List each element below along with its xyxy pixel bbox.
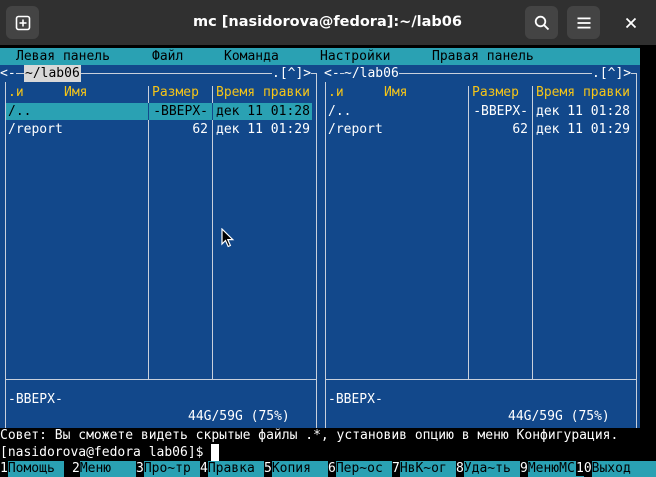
close-button[interactable] <box>614 6 647 39</box>
right-panel[interactable]: <- ~/lab06 .[^]> .и Имя Размер Время пра… <box>320 65 640 428</box>
mc-menubar: Левая панель Файл Команда Настройки Прав… <box>0 48 640 65</box>
column-separator <box>212 86 213 379</box>
command-line[interactable]: [nasidorova@fedora lab06]$ <box>0 444 220 461</box>
fkey-move[interactable]: 6Пер~ос <box>328 461 392 477</box>
window-title: mc [nasidorova@fedora]:~/lab06 <box>193 14 462 30</box>
hint-line: Совет: Вы сможете видеть скрытые файлы .… <box>0 428 619 443</box>
file-row-size[interactable]: 62 <box>152 121 208 138</box>
text-cursor <box>211 444 220 461</box>
panel-corner-left[interactable]: <- <box>0 65 16 82</box>
fkey-help[interactable]: 1Помощь <box>0 461 64 477</box>
mouse-pointer-icon <box>221 228 235 248</box>
column-separator <box>468 86 469 379</box>
search-icon <box>534 15 549 30</box>
column-header-sort[interactable]: .и <box>8 84 24 101</box>
panel-corner-right[interactable]: .[^]> <box>592 65 632 82</box>
search-button[interactable] <box>525 6 558 39</box>
menu-file[interactable]: Файл <box>152 48 183 65</box>
column-header-sort[interactable]: .и <box>328 84 344 101</box>
panel-mini-status: -ВВЕРХ- <box>328 392 383 407</box>
column-header-size[interactable]: Размер <box>152 84 199 101</box>
column-separator <box>532 86 533 379</box>
shell-prompt: [nasidorova@fedora lab06]$ <box>0 445 212 460</box>
disk-usage: 44G/59G (75%) <box>184 408 294 425</box>
fkey-menu[interactable]: 2Меню <box>72 461 136 477</box>
panel-path[interactable]: ~/lab06 <box>24 65 81 82</box>
file-row-size[interactable]: -ВВЕРХ- <box>472 103 528 120</box>
fkey-delete[interactable]: 8Уда~ть <box>456 461 520 477</box>
file-row-mtime[interactable]: дек 11 01:28 <box>536 103 630 120</box>
fkey-mkdir[interactable]: 7НвК~ог <box>392 461 456 477</box>
file-row-mtime[interactable]: дек 11 01:29 <box>536 121 630 138</box>
window-titlebar: mc [nasidorova@fedora]:~/lab06 <box>0 0 656 45</box>
file-row-name[interactable]: /.. <box>8 103 31 120</box>
file-row-mtime[interactable]: дек 11 01:29 <box>216 121 310 138</box>
column-separator <box>148 86 149 379</box>
disk-usage: 44G/59G (75%) <box>504 408 614 425</box>
function-key-bar: 1Помощь 2Меню 3Про~тр 4Правка 5Копия 6Пе… <box>0 461 656 477</box>
fkey-edit[interactable]: 4Правка <box>200 461 264 477</box>
file-row-size[interactable]: 62 <box>472 121 528 138</box>
column-separator <box>148 103 149 120</box>
file-row-name[interactable]: /report <box>8 121 63 138</box>
menu-right-panel[interactable]: Правая панель <box>432 48 534 65</box>
new-tab-button[interactable] <box>6 6 39 39</box>
panel-corner-right[interactable]: .[^]> <box>272 65 312 82</box>
column-header-name[interactable]: Имя <box>64 84 87 101</box>
terminal[interactable]: Левая панель Файл Команда Настройки Прав… <box>0 45 656 477</box>
file-row-mtime[interactable]: дек 11 01:28 <box>216 103 310 120</box>
menu-left-panel[interactable]: Левая панель <box>16 48 110 65</box>
column-header-mtime[interactable]: Время правки <box>536 84 630 101</box>
terminal-scrollbar[interactable] <box>640 45 656 427</box>
new-tab-icon <box>15 15 30 30</box>
fkey-exit[interactable]: 10Выход <box>576 461 656 477</box>
column-header-size[interactable]: Размер <box>472 84 519 101</box>
panel-corner-left[interactable]: <- <box>324 65 340 82</box>
column-separator <box>212 103 213 120</box>
main-menu-button[interactable] <box>567 6 600 39</box>
hamburger-menu-icon <box>577 17 590 28</box>
panel-mini-status: -ВВЕРХ- <box>8 392 63 407</box>
close-icon <box>625 17 636 28</box>
file-row-name[interactable]: /.. <box>328 103 351 120</box>
status-separator <box>5 379 317 380</box>
fkey-copy[interactable]: 5Копия <box>264 461 328 477</box>
menu-command[interactable]: Команда <box>224 48 279 65</box>
file-row-name[interactable]: /report <box>328 121 383 138</box>
left-panel[interactable]: <- ~/lab06 .[^]> .и Имя Размер Время пра… <box>0 65 320 428</box>
menu-options[interactable]: Настройки <box>320 48 390 65</box>
column-header-mtime[interactable]: Время правки <box>216 84 310 101</box>
status-separator <box>325 379 637 380</box>
panel-path[interactable]: ~/lab06 <box>344 65 399 82</box>
column-header-name[interactable]: Имя <box>384 84 407 101</box>
file-row-size[interactable]: -ВВЕРХ- <box>152 103 208 120</box>
fkey-view[interactable]: 3Про~тр <box>136 461 200 477</box>
fkey-menumc[interactable]: 9МенюМС <box>520 461 584 477</box>
